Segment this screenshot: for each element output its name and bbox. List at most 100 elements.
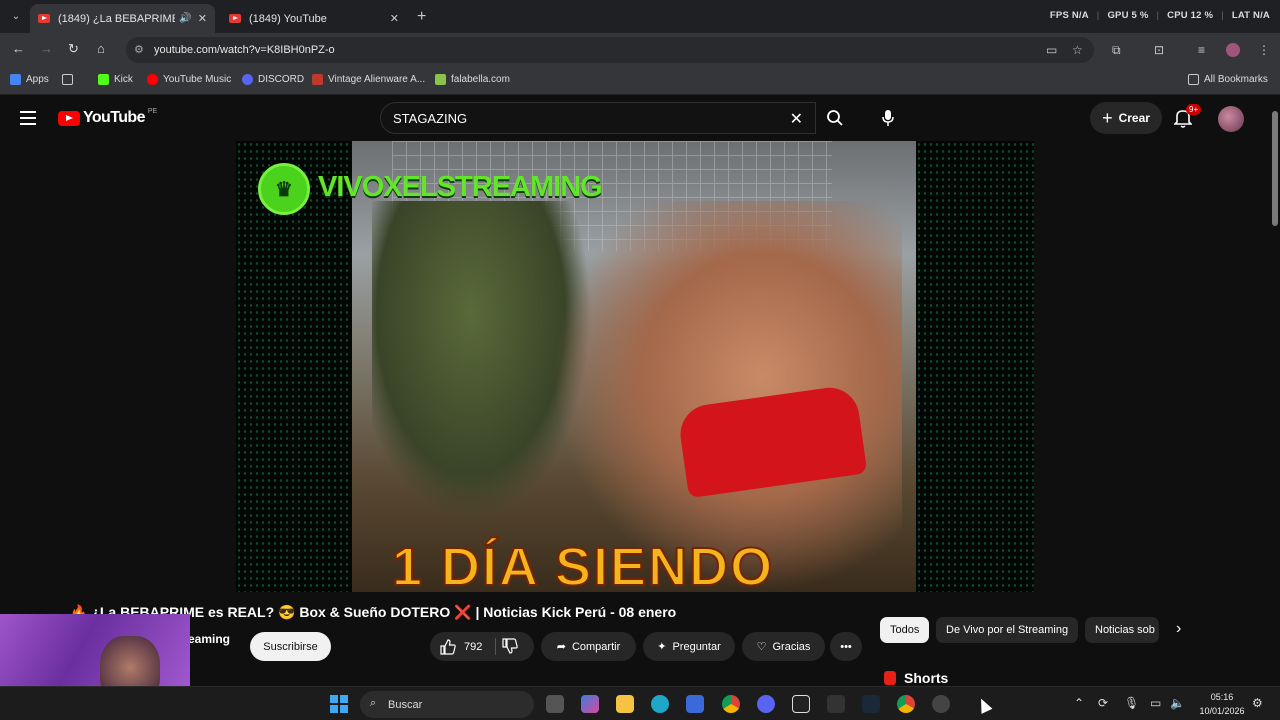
- more-actions-button[interactable]: •••: [830, 632, 862, 661]
- ask-button[interactable]: ✦ Preguntar: [643, 632, 735, 661]
- share-icon: ➦: [556, 641, 566, 653]
- home-icon[interactable]: ⌂: [97, 41, 105, 56]
- task-view-icon[interactable]: [546, 695, 564, 713]
- new-tab-icon[interactable]: +: [417, 8, 426, 26]
- chip-all[interactable]: Todos: [880, 617, 930, 643]
- bookmark-youtube-music[interactable]: YouTube Music: [147, 74, 231, 85]
- create-button[interactable]: + Crear: [1090, 102, 1162, 134]
- tab-active[interactable]: (1849) ¿La BEBAPRIME e 🔊 ✕: [30, 4, 215, 33]
- share-button[interactable]: ➦ Compartir: [541, 632, 636, 661]
- tray-chevron-icon[interactable]: ⌃: [1074, 696, 1084, 710]
- clock-date: 10/01/2026: [1199, 706, 1245, 716]
- bookmark-falabella[interactable]: falabella.com: [435, 74, 510, 85]
- copilot-icon[interactable]: [581, 695, 599, 713]
- youtube-favicon-icon: [229, 14, 241, 23]
- speaker-icon[interactable]: 🔊: [179, 13, 191, 24]
- channel-name[interactable]: eaming: [188, 632, 230, 646]
- share-label: Compartir: [571, 640, 621, 653]
- voice-search-button[interactable]: [873, 103, 903, 133]
- profile-icon[interactable]: [1226, 43, 1240, 57]
- tab-title: (1849) YouTube: [249, 12, 327, 25]
- close-tab-icon[interactable]: ✕: [198, 12, 207, 25]
- audio-app-icon[interactable]: [792, 695, 810, 713]
- bookmark-label: YouTube Music: [163, 74, 232, 85]
- taskbar-search[interactable]: ⌕ Buscar: [360, 691, 534, 718]
- search-icon: ⌕: [370, 697, 377, 709]
- alienware-icon: [312, 74, 323, 85]
- chip-noticias[interactable]: Noticias sob: [1085, 617, 1159, 643]
- bookmark-kick[interactable]: Kick: [98, 74, 133, 85]
- site-info-icon[interactable]: ⚙: [134, 43, 144, 56]
- search-input[interactable]: STAGAZING ✕: [380, 102, 816, 134]
- edge-icon[interactable]: [651, 695, 669, 713]
- kick-icon: [98, 74, 109, 85]
- search-button[interactable]: [815, 102, 855, 134]
- tab-search-button[interactable]: ⌄: [6, 6, 26, 26]
- close-tab-icon[interactable]: ✕: [390, 12, 399, 25]
- file-explorer-icon[interactable]: [616, 695, 634, 713]
- tab-title: (1849) ¿La BEBAPRIME e: [58, 12, 176, 25]
- overlay-app-icon[interactable]: [932, 695, 950, 713]
- url-bar[interactable]: ⚙ youtube.com/watch?v=K8IBH0nPZ-o: [126, 37, 1094, 63]
- cast-icon[interactable]: ▭: [1046, 43, 1057, 57]
- bookmark-discord[interactable]: DISCORD: [242, 74, 304, 85]
- bookmark-star-icon[interactable]: ☆: [1072, 43, 1083, 57]
- notification-badge: 9+: [1186, 104, 1202, 115]
- like-dislike-group: 792: [430, 632, 534, 661]
- performance-overlay: FPS N/A | GPU 5 % | CPU 12 % | LAT N/A: [1049, 10, 1270, 21]
- taskbar-search-placeholder: Buscar: [388, 698, 423, 711]
- screenshot-icon[interactable]: ⊡: [1154, 43, 1164, 57]
- dislike-button[interactable]: [502, 638, 518, 659]
- video-overlay-text: 1 DÍA SIENDO: [391, 536, 775, 592]
- chrome-profile-icon[interactable]: [897, 695, 915, 713]
- store-icon[interactable]: [686, 695, 704, 713]
- clock[interactable]: 05:16 10/01/2026: [1196, 690, 1248, 718]
- menu-icon[interactable]: ⋮: [1258, 43, 1270, 57]
- discord-icon[interactable]: [757, 695, 775, 713]
- thanks-label: Gracias: [772, 640, 811, 653]
- network-icon[interactable]: ▭: [1150, 696, 1161, 710]
- bookmark-label: Apps: [26, 74, 49, 85]
- chip-de-vivo[interactable]: De Vivo por el Streaming: [936, 617, 1079, 643]
- like-button[interactable]: 792: [440, 638, 483, 655]
- shorts-heading: Shorts: [884, 670, 948, 686]
- tab-youtube[interactable]: (1849) YouTube ✕: [221, 4, 407, 33]
- windows-start-icon[interactable]: [330, 695, 348, 713]
- thumbs-up-icon: [440, 638, 456, 655]
- thanks-button[interactable]: ♡ Gracias: [742, 632, 825, 661]
- all-bookmarks[interactable]: All Bookmarks: [1188, 74, 1268, 85]
- fps-label: FPS: [1049, 10, 1069, 21]
- youtube-logo[interactable]: YouTube PE: [58, 108, 157, 127]
- back-icon[interactable]: ←: [12, 41, 25, 56]
- video-frame: 1 DÍA SIENDO: [352, 141, 916, 592]
- notification-center-icon[interactable]: ⚙: [1252, 696, 1263, 710]
- sync-icon[interactable]: ⟳: [1098, 696, 1108, 710]
- mic-tray-icon[interactable]: 🎙: [1124, 696, 1139, 710]
- cpu-label: CPU: [1167, 10, 1188, 21]
- scrollbar-thumb[interactable]: [1272, 111, 1278, 226]
- tab-groups-icon[interactable]: [62, 74, 73, 85]
- reload-icon[interactable]: ↻: [68, 41, 79, 57]
- more-icon: •••: [840, 640, 852, 653]
- youtube-header: YouTube PE STAGAZING ✕ + Crear 9+: [0, 97, 1280, 141]
- chrome-icon[interactable]: [722, 695, 740, 713]
- chevron-right-icon[interactable]: ›: [1176, 620, 1181, 638]
- epic-games-icon[interactable]: [827, 695, 845, 713]
- extensions-icon[interactable]: ⧉: [1112, 43, 1121, 58]
- bookmark-alienware[interactable]: Vintage Alienware A...: [312, 74, 425, 85]
- subscribe-button[interactable]: Suscribirse: [250, 632, 331, 661]
- account-avatar[interactable]: [1218, 106, 1244, 132]
- like-count: 792: [464, 640, 483, 653]
- clear-search-icon[interactable]: ✕: [790, 109, 803, 129]
- media-control-icon[interactable]: ≡: [1198, 43, 1205, 57]
- forward-icon[interactable]: →: [40, 41, 53, 56]
- video-player[interactable]: 1 DÍA SIENDO ♛ VIVOXELSTREAMING: [236, 141, 1034, 592]
- hamburger-menu-icon[interactable]: [20, 111, 36, 125]
- channel-overlay-name: VIVOXELSTREAMING: [318, 171, 603, 203]
- steam-icon[interactable]: [862, 695, 880, 713]
- bookmark-apps[interactable]: Apps: [10, 74, 49, 85]
- chip-label: De Vivo por el Streaming: [946, 624, 1069, 636]
- falabella-icon: [435, 74, 446, 85]
- page-scrollbar[interactable]: [1270, 97, 1280, 687]
- volume-icon[interactable]: 🔈: [1170, 696, 1185, 710]
